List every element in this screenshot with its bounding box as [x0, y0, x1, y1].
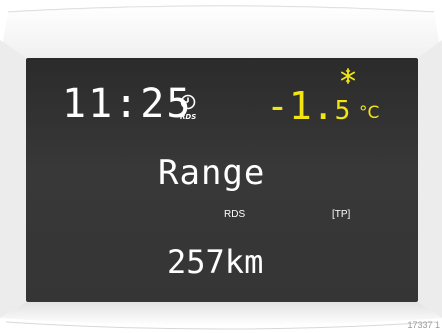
temperature-main: -1. [266, 84, 335, 128]
snowflake-icon [340, 68, 356, 84]
tp-indicator: [TP] [332, 209, 351, 220]
clock-rds-label: RDS [180, 113, 197, 121]
clock-icon [180, 94, 196, 110]
display-screen: 11:25 RDS -1.5 °C Range RDS [TP] 257km [26, 58, 418, 302]
outside-temperature: -1.5 [266, 87, 350, 125]
temperature-decimal: 5 [334, 96, 351, 126]
figure-reference-number: 17337 1 [407, 320, 440, 330]
range-value: 257km [167, 243, 264, 281]
rds-indicator: RDS [224, 209, 246, 220]
trip-mode-label: Range [158, 153, 266, 193]
clock-time: 11:25 [62, 81, 193, 127]
instrument-display-figure: 11:25 RDS -1.5 °C Range RDS [TP] 257km 1… [0, 0, 442, 333]
temperature-unit: °C [359, 103, 380, 123]
